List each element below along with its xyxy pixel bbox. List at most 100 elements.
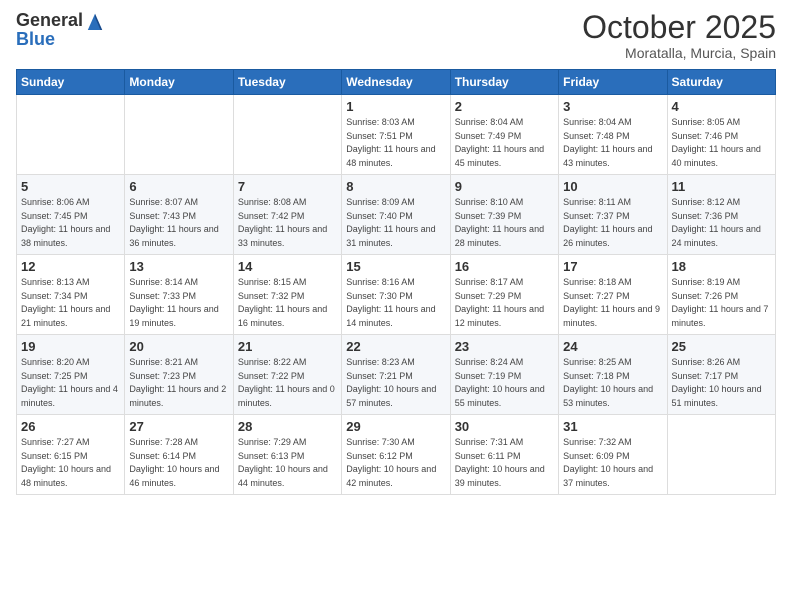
day-info: Sunrise: 7:32 AMSunset: 6:09 PMDaylight:…: [563, 436, 662, 490]
day-number: 28: [238, 419, 337, 434]
day-info: Sunrise: 7:31 AMSunset: 6:11 PMDaylight:…: [455, 436, 554, 490]
table-row: 31 Sunrise: 7:32 AMSunset: 6:09 PMDayligh…: [559, 415, 667, 495]
col-monday: Monday: [125, 70, 233, 95]
table-row: 13 Sunrise: 8:14 AMSunset: 7:33 PMDayligh…: [125, 255, 233, 335]
col-sunday: Sunday: [17, 70, 125, 95]
day-number: 8: [346, 179, 445, 194]
table-row: [667, 415, 775, 495]
day-info: Sunrise: 8:25 AMSunset: 7:18 PMDaylight:…: [563, 356, 662, 410]
col-friday: Friday: [559, 70, 667, 95]
calendar-header-row: Sunday Monday Tuesday Wednesday Thursday…: [17, 70, 776, 95]
day-number: 31: [563, 419, 662, 434]
day-info: Sunrise: 8:17 AMSunset: 7:29 PMDaylight:…: [455, 276, 554, 330]
day-info: Sunrise: 8:20 AMSunset: 7:25 PMDaylight:…: [21, 356, 120, 410]
day-info: Sunrise: 8:22 AMSunset: 7:22 PMDaylight:…: [238, 356, 337, 410]
day-info: Sunrise: 7:27 AMSunset: 6:15 PMDaylight:…: [21, 436, 120, 490]
day-info: Sunrise: 7:30 AMSunset: 6:12 PMDaylight:…: [346, 436, 445, 490]
calendar-week-row: 1 Sunrise: 8:03 AMSunset: 7:51 PMDaylight…: [17, 95, 776, 175]
table-row: 27Sunrise: 7:28 AMSunset: 6:14 PMDayligh…: [125, 415, 233, 495]
day-number: 11: [672, 179, 771, 194]
day-info: Sunrise: 8:19 AMSunset: 7:26 PMDaylight:…: [672, 276, 771, 330]
day-number: 18: [672, 259, 771, 274]
table-row: 1 Sunrise: 8:03 AMSunset: 7:51 PMDaylight…: [342, 95, 450, 175]
day-info: Sunrise: 8:15 AMSunset: 7:32 PMDaylight:…: [238, 276, 337, 330]
day-info: Sunrise: 7:28 AMSunset: 6:14 PMDaylight:…: [129, 436, 228, 490]
table-row: 21Sunrise: 8:22 AMSunset: 7:22 PMDayligh…: [233, 335, 341, 415]
day-info: Sunrise: 7:29 AMSunset: 6:13 PMDaylight:…: [238, 436, 337, 490]
table-row: 14 Sunrise: 8:15 AMSunset: 7:32 PMDayligh…: [233, 255, 341, 335]
table-row: 28 Sunrise: 7:29 AMSunset: 6:13 PMDayligh…: [233, 415, 341, 495]
day-info: Sunrise: 8:10 AMSunset: 7:39 PMDaylight:…: [455, 196, 554, 250]
day-number: 30: [455, 419, 554, 434]
day-number: 23: [455, 339, 554, 354]
table-row: 7Sunrise: 8:08 AMSunset: 7:42 PMDaylight…: [233, 175, 341, 255]
table-row: [233, 95, 341, 175]
table-row: 5Sunrise: 8:06 AMSunset: 7:45 PMDaylight…: [17, 175, 125, 255]
day-info: Sunrise: 8:23 AMSunset: 7:21 PMDaylight:…: [346, 356, 445, 410]
calendar-week-row: 26 Sunrise: 7:27 AMSunset: 6:15 PMDayligh…: [17, 415, 776, 495]
logo: General Blue: [16, 10, 104, 50]
day-info: Sunrise: 8:08 AMSunset: 7:42 PMDaylight:…: [238, 196, 337, 250]
day-number: 6: [129, 179, 228, 194]
table-row: 17 Sunrise: 8:18 AMSunset: 7:27 PMDayligh…: [559, 255, 667, 335]
table-row: 10 Sunrise: 8:11 AMSunset: 7:37 PMDayligh…: [559, 175, 667, 255]
day-number: 2: [455, 99, 554, 114]
month-title: October 2025: [582, 10, 776, 45]
day-info: Sunrise: 8:18 AMSunset: 7:27 PMDaylight:…: [563, 276, 662, 330]
day-number: 12: [21, 259, 120, 274]
table-row: 20Sunrise: 8:21 AMSunset: 7:23 PMDayligh…: [125, 335, 233, 415]
day-number: 22: [346, 339, 445, 354]
day-info: Sunrise: 8:09 AMSunset: 7:40 PMDaylight:…: [346, 196, 445, 250]
day-number: 13: [129, 259, 228, 274]
day-number: 9: [455, 179, 554, 194]
table-row: [17, 95, 125, 175]
col-thursday: Thursday: [450, 70, 558, 95]
day-number: 3: [563, 99, 662, 114]
day-info: Sunrise: 8:03 AMSunset: 7:51 PMDaylight:…: [346, 116, 445, 170]
table-row: 2 Sunrise: 8:04 AMSunset: 7:49 PMDaylight…: [450, 95, 558, 175]
day-info: Sunrise: 8:04 AMSunset: 7:49 PMDaylight:…: [455, 116, 554, 170]
day-number: 5: [21, 179, 120, 194]
day-info: Sunrise: 8:04 AMSunset: 7:48 PMDaylight:…: [563, 116, 662, 170]
calendar-week-row: 5Sunrise: 8:06 AMSunset: 7:45 PMDaylight…: [17, 175, 776, 255]
day-number: 10: [563, 179, 662, 194]
calendar-table: Sunday Monday Tuesday Wednesday Thursday…: [16, 69, 776, 495]
day-number: 20: [129, 339, 228, 354]
col-tuesday: Tuesday: [233, 70, 341, 95]
table-row: 11 Sunrise: 8:12 AMSunset: 7:36 PMDayligh…: [667, 175, 775, 255]
page: General Blue October 2025 Moratalla, Mur…: [0, 0, 792, 612]
table-row: 24 Sunrise: 8:25 AMSunset: 7:18 PMDayligh…: [559, 335, 667, 415]
table-row: 26 Sunrise: 7:27 AMSunset: 6:15 PMDayligh…: [17, 415, 125, 495]
day-number: 29: [346, 419, 445, 434]
day-number: 24: [563, 339, 662, 354]
table-row: 12 Sunrise: 8:13 AMSunset: 7:34 PMDayligh…: [17, 255, 125, 335]
day-info: Sunrise: 8:24 AMSunset: 7:19 PMDaylight:…: [455, 356, 554, 410]
table-row: 3 Sunrise: 8:04 AMSunset: 7:48 PMDaylight…: [559, 95, 667, 175]
table-row: 23 Sunrise: 8:24 AMSunset: 7:19 PMDayligh…: [450, 335, 558, 415]
calendar-week-row: 12 Sunrise: 8:13 AMSunset: 7:34 PMDayligh…: [17, 255, 776, 335]
day-info: Sunrise: 8:12 AMSunset: 7:36 PMDaylight:…: [672, 196, 771, 250]
day-info: Sunrise: 8:26 AMSunset: 7:17 PMDaylight:…: [672, 356, 771, 410]
table-row: 6Sunrise: 8:07 AMSunset: 7:43 PMDaylight…: [125, 175, 233, 255]
table-row: 25Sunrise: 8:26 AMSunset: 7:17 PMDayligh…: [667, 335, 775, 415]
day-info: Sunrise: 8:16 AMSunset: 7:30 PMDaylight:…: [346, 276, 445, 330]
day-info: Sunrise: 8:13 AMSunset: 7:34 PMDaylight:…: [21, 276, 120, 330]
day-number: 19: [21, 339, 120, 354]
header: General Blue October 2025 Moratalla, Mur…: [16, 10, 776, 61]
table-row: 4Sunrise: 8:05 AMSunset: 7:46 PMDaylight…: [667, 95, 775, 175]
day-number: 17: [563, 259, 662, 274]
day-number: 14: [238, 259, 337, 274]
day-info: Sunrise: 8:14 AMSunset: 7:33 PMDaylight:…: [129, 276, 228, 330]
day-number: 16: [455, 259, 554, 274]
table-row: 16 Sunrise: 8:17 AMSunset: 7:29 PMDayligh…: [450, 255, 558, 335]
table-row: 9 Sunrise: 8:10 AMSunset: 7:39 PMDaylight…: [450, 175, 558, 255]
logo-general-text: General: [16, 11, 83, 31]
col-saturday: Saturday: [667, 70, 775, 95]
table-row: 22 Sunrise: 8:23 AMSunset: 7:21 PMDayligh…: [342, 335, 450, 415]
day-info: Sunrise: 8:11 AMSunset: 7:37 PMDaylight:…: [563, 196, 662, 250]
table-row: [125, 95, 233, 175]
table-row: 8 Sunrise: 8:09 AMSunset: 7:40 PMDaylight…: [342, 175, 450, 255]
day-number: 1: [346, 99, 445, 114]
day-number: 26: [21, 419, 120, 434]
logo-blue-text: Blue: [16, 30, 104, 50]
